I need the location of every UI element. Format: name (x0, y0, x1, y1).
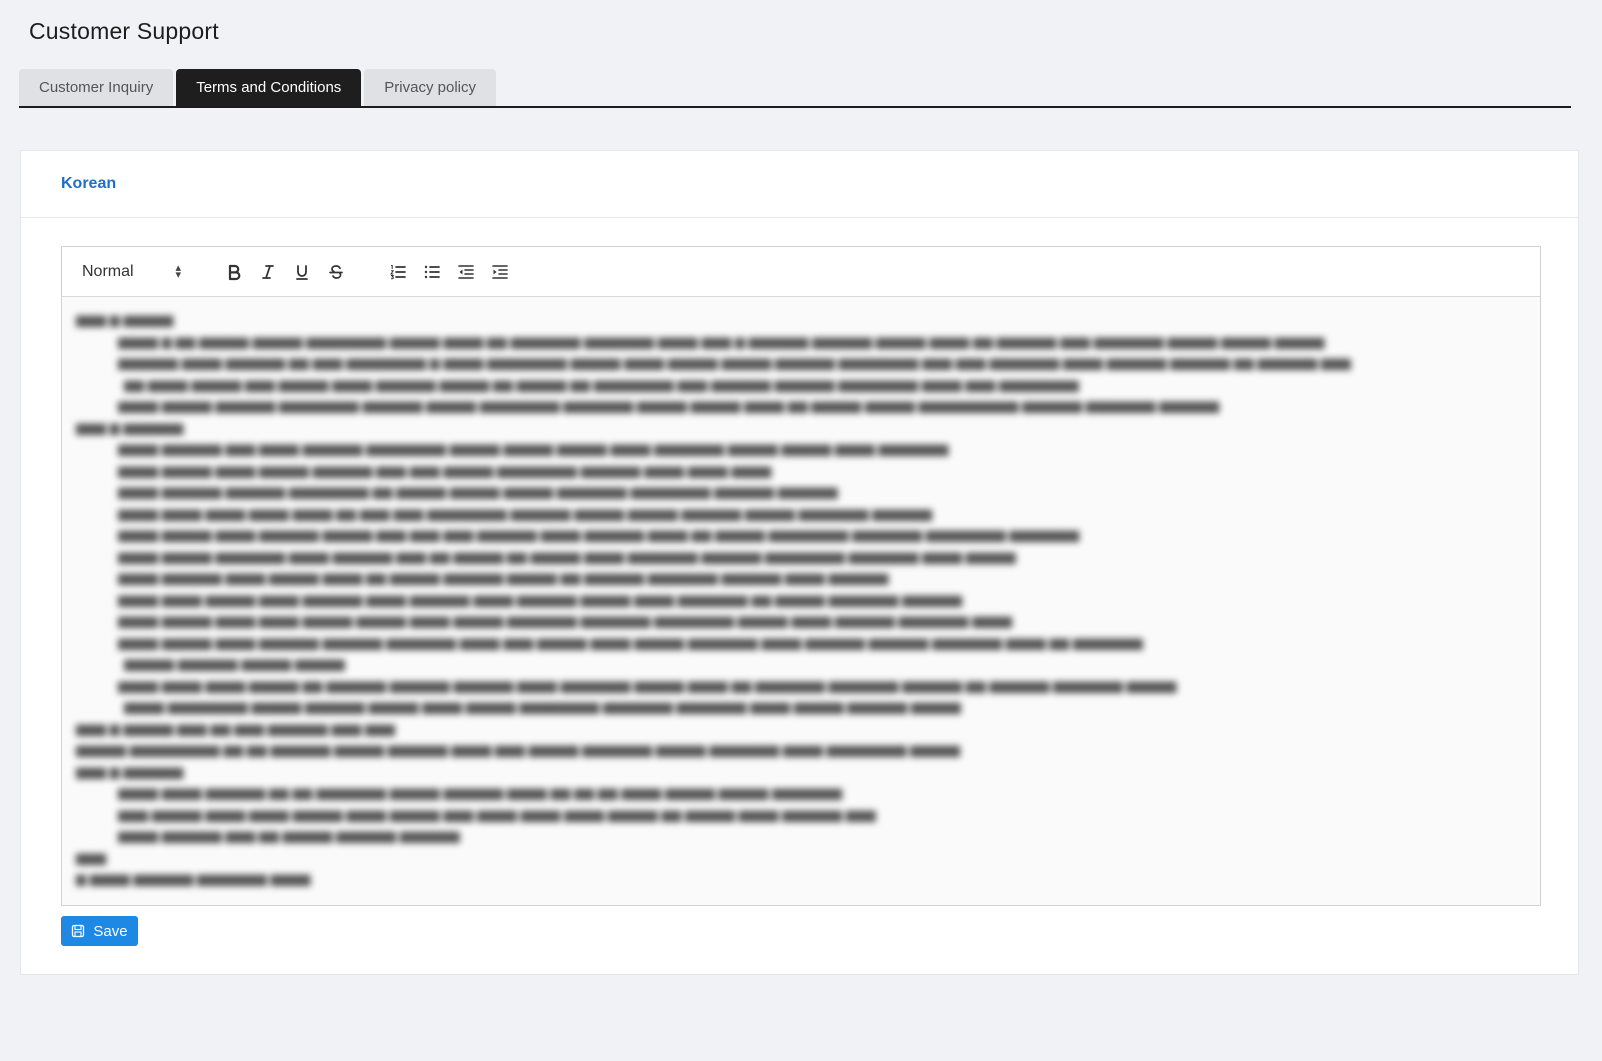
tab-terms-and-conditions[interactable]: Terms and Conditions (176, 69, 362, 106)
editor-content[interactable]: ▆▆▆ ▆ ▆▆▆▆▆ ▆▆▆▆ ▆ ▆▆ ▆▆▆▆▆ ▆▆▆▆▆ ▆▆▆▆▆▆… (62, 297, 1540, 905)
language-tab-korean[interactable]: Korean (61, 175, 116, 193)
text-style-group (217, 258, 353, 286)
indent-button[interactable] (483, 258, 517, 286)
tab-privacy-policy[interactable]: Privacy policy (364, 69, 496, 106)
save-button-label: Save (93, 922, 128, 940)
format-select[interactable]: Normal ▴ ▾ (82, 258, 187, 286)
italic-icon (262, 264, 274, 279)
outdent-button[interactable] (449, 258, 483, 286)
underline-button[interactable] (285, 258, 319, 286)
bold-icon (228, 264, 241, 280)
strikethrough-icon (329, 264, 343, 279)
page-title: Customer Support (29, 18, 219, 44)
save-icon (72, 924, 85, 938)
ordered-list-button[interactable] (381, 258, 415, 286)
tab-bar: Customer Inquiry Terms and Conditions Pr… (19, 69, 1571, 108)
bullet-list-icon (424, 265, 440, 278)
list-group (381, 258, 517, 286)
terms-card: Korean Normal ▴ ▾ ▆▆▆ ▆ ▆▆▆▆▆ ▆▆▆▆ ▆ ▆▆ … (20, 150, 1579, 975)
italic-button[interactable] (251, 258, 285, 286)
select-caret-icon: ▴ ▾ (175, 261, 181, 281)
ordered-list-icon (390, 264, 406, 279)
editor-toolbar: Normal ▴ ▾ (62, 247, 1540, 297)
underline-icon (296, 264, 308, 280)
bullet-list-button[interactable] (415, 258, 449, 286)
strikethrough-button[interactable] (319, 258, 353, 286)
outdent-icon (458, 264, 474, 279)
card-header: Korean (21, 151, 1578, 218)
bold-button[interactable] (217, 258, 251, 286)
tab-customer-inquiry[interactable]: Customer Inquiry (19, 69, 174, 106)
format-select-value: Normal (82, 262, 134, 280)
indent-icon (492, 264, 508, 279)
save-button[interactable]: Save (61, 916, 138, 946)
terms-text-blurred: ▆▆▆ ▆ ▆▆▆▆▆ ▆▆▆▆ ▆ ▆▆ ▆▆▆▆▆ ▆▆▆▆▆ ▆▆▆▆▆▆… (76, 312, 1351, 886)
rich-text-editor: Normal ▴ ▾ ▆▆▆ ▆ ▆▆▆▆▆ ▆▆▆▆ ▆ ▆▆ ▆▆▆▆▆ ▆… (61, 246, 1541, 906)
